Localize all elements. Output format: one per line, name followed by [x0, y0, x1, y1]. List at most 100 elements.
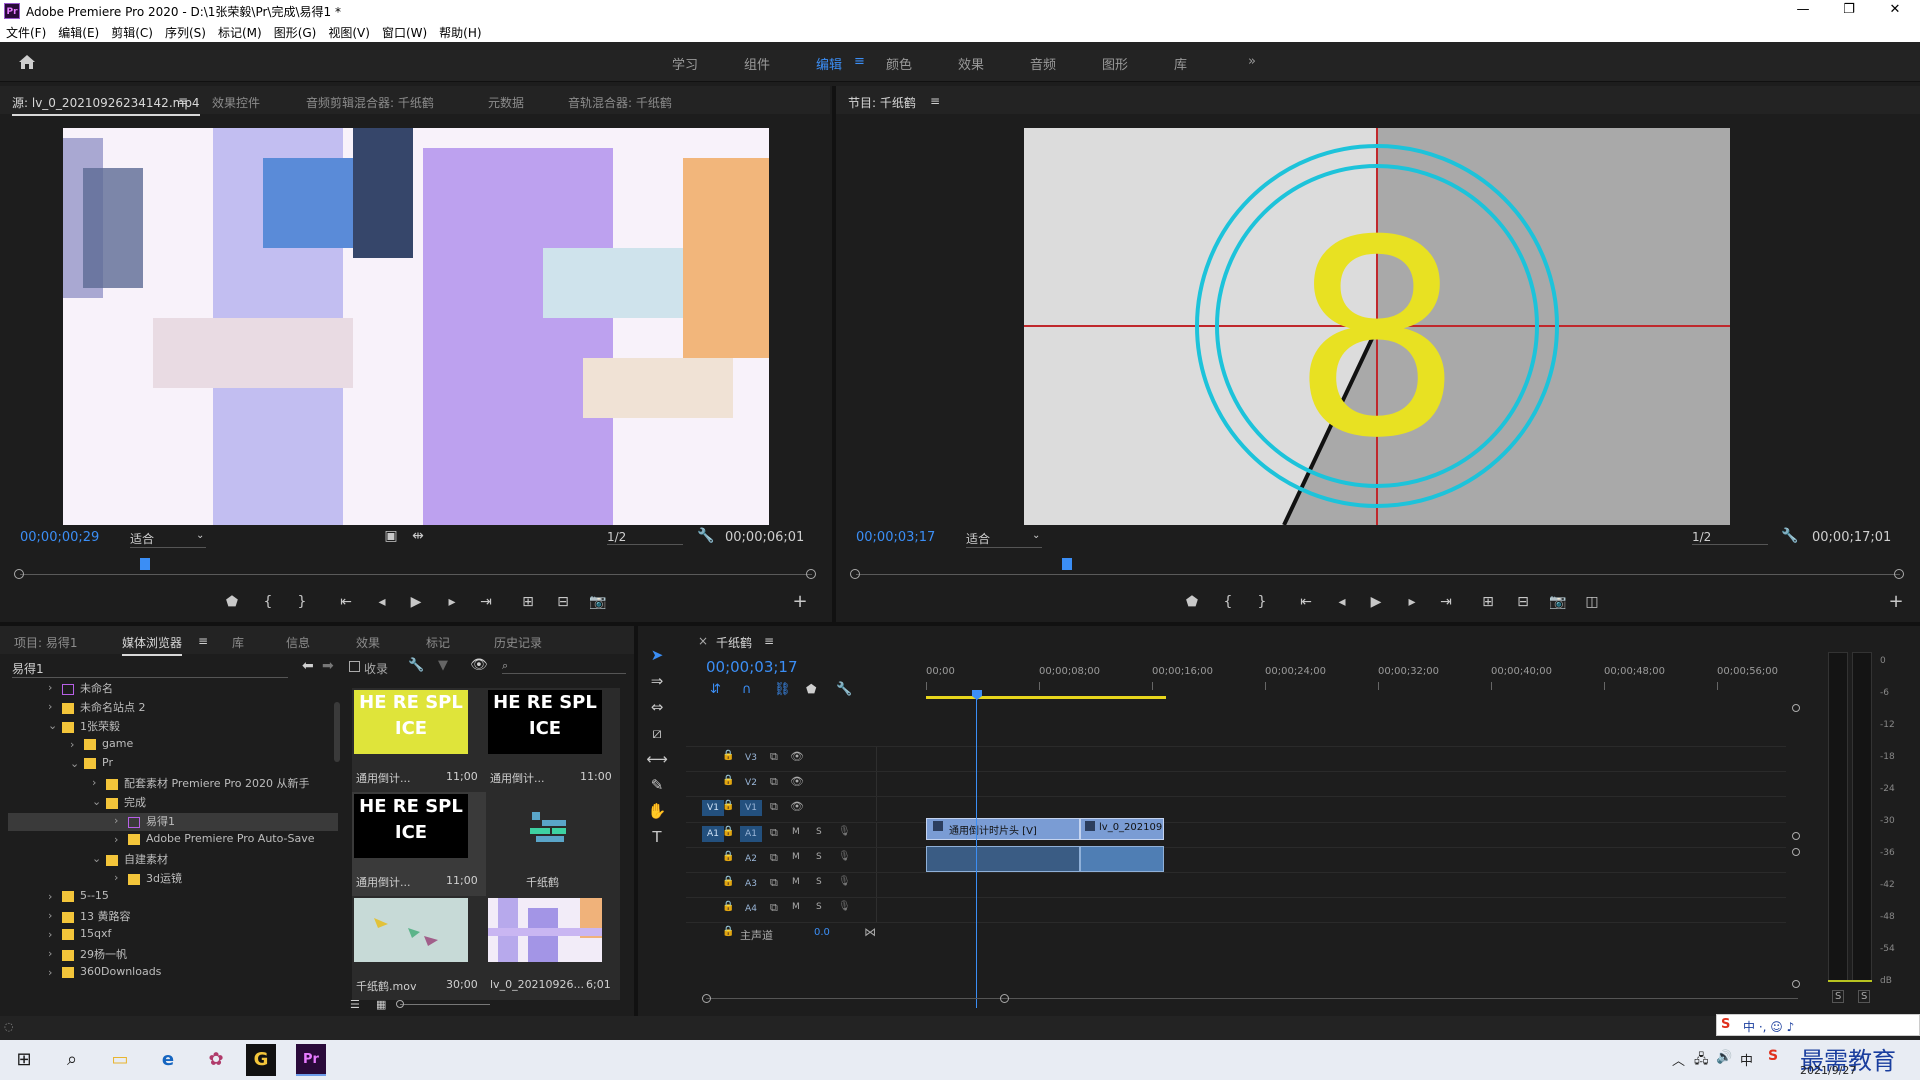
mute-button[interactable]: M	[792, 902, 800, 912]
program-play-icon[interactable]: ▶	[1366, 592, 1386, 612]
program-go-to-out-icon[interactable]: ⇥	[1436, 592, 1456, 612]
chevron-right-icon[interactable]: ›	[48, 928, 52, 941]
tree-item[interactable]: › 未命名站点 2	[8, 699, 338, 717]
tab-program[interactable]: 节目: 千纸鹤	[848, 94, 916, 114]
chevron-right-icon[interactable]: ›	[114, 814, 118, 827]
solo-button[interactable]: S	[816, 827, 822, 837]
tree-item[interactable]: › 360Downloads	[8, 965, 338, 983]
tree-item[interactable]: › 未命名	[8, 680, 338, 698]
tab-markers[interactable]: 标记	[426, 634, 450, 651]
chevron-down-icon[interactable]: ⌄	[48, 719, 57, 732]
program-export-frame-icon[interactable]: 📷	[1548, 592, 1568, 612]
tree-item[interactable]: ⌄ 完成	[8, 794, 338, 812]
go-to-out-icon[interactable]: ⇥	[476, 592, 496, 612]
nest-toggle-icon[interactable]: ⇵	[710, 682, 721, 697]
file-explorer-icon[interactable]: ▭	[100, 1044, 140, 1076]
tab-libraries[interactable]: 库	[232, 634, 244, 651]
timeline-timecode[interactable]: 00;00;03;17	[706, 658, 798, 676]
source-resolution-dropdown[interactable]: 1/2	[607, 530, 683, 545]
go-to-in-icon[interactable]: ⇤	[336, 592, 356, 612]
menu-help[interactable]: 帮助(H)	[433, 22, 487, 41]
tab-timeline-sequence[interactable]: 千纸鹤	[716, 634, 752, 654]
mute-button[interactable]: M	[792, 827, 800, 837]
sync-lock-icon[interactable]: ⧉	[770, 876, 778, 890]
workspace-editing[interactable]: 编辑	[816, 54, 842, 73]
ime-toolbar[interactable]: S 中 ·, ☺ ♪	[1716, 1014, 1920, 1036]
source-fit-dropdown[interactable]: 适合	[130, 530, 206, 548]
paint-app-icon[interactable]: ✿	[196, 1044, 236, 1076]
menu-marker[interactable]: 标记(M)	[212, 22, 268, 41]
close-button[interactable]: ✕	[1872, 0, 1918, 22]
media-search-input[interactable]: ⌕	[502, 658, 626, 674]
chevron-right-icon[interactable]: ›	[114, 871, 118, 884]
microphone-icon[interactable]: 🎙	[838, 876, 851, 887]
timeline-settings-wrench-icon[interactable]: 🔧	[836, 682, 852, 697]
media-item[interactable]: HE RE SPL ICE 通用倒计... 11;00	[352, 688, 486, 792]
program-step-forward-icon[interactable]: ▸	[1402, 592, 1422, 612]
chevron-right-icon[interactable]: ›	[48, 966, 52, 979]
chevron-right-icon[interactable]: ›	[92, 776, 96, 789]
work-area-bar[interactable]	[926, 696, 1166, 699]
timeline-add-marker-icon[interactable]: ⬟	[806, 682, 816, 696]
track-target-label[interactable]: A2	[740, 851, 762, 867]
lock-icon[interactable]: 🔒	[722, 826, 734, 837]
comparison-view-icon[interactable]: ◫	[1582, 592, 1602, 612]
program-mark-out-icon[interactable]: }	[1252, 592, 1272, 612]
solo-left-button[interactable]: S	[1832, 990, 1845, 1003]
export-frame-icon[interactable]: 📷	[588, 592, 608, 612]
audio-clip-lv0[interactable]	[1080, 846, 1164, 872]
source-button-editor-icon[interactable]: +	[790, 592, 810, 612]
workspace-effects[interactable]: 效果	[958, 54, 984, 73]
razor-tool-icon[interactable]: ⧄	[646, 722, 668, 744]
tree-item[interactable]: › 配套素材 Premiere Pro 2020 从新手	[8, 775, 338, 793]
search-taskbar-icon[interactable]: ⌕	[52, 1044, 92, 1076]
game-app-icon[interactable]: G	[246, 1044, 276, 1076]
program-zoom-handle-right[interactable]	[1894, 569, 1904, 579]
media-item[interactable]: 千纸鹤	[486, 792, 620, 896]
add-marker-icon[interactable]: ⬟	[222, 592, 242, 612]
tab-audio-track-mixer[interactable]: 音轨混合器: 千纸鹤	[568, 94, 672, 111]
sync-lock-icon[interactable]: ⧉	[770, 800, 778, 814]
step-back-icon[interactable]: ◂	[372, 592, 392, 612]
eye-icon[interactable]: 👁	[790, 750, 804, 763]
tree-item[interactable]: ⌄ 1张荣毅	[8, 718, 338, 736]
source-scrubber-track[interactable]	[20, 574, 812, 575]
timeline-menu-icon[interactable]: ≡	[764, 634, 774, 648]
mute-button[interactable]: M	[792, 877, 800, 887]
tab-media-browser[interactable]: 媒体浏览器	[122, 634, 183, 656]
track-target-label[interactable]: A4	[740, 901, 762, 917]
chevron-down-icon[interactable]: ⌄	[92, 795, 101, 808]
program-zoom-handle-left[interactable]	[850, 569, 860, 579]
master-lock-icon[interactable]: 🔒	[722, 926, 734, 937]
microphone-icon[interactable]: 🎙	[838, 851, 851, 862]
program-add-marker-icon[interactable]: ⬟	[1182, 592, 1202, 612]
menu-file[interactable]: 文件(F)	[0, 22, 52, 41]
solo-button[interactable]: S	[816, 902, 822, 912]
microphone-icon[interactable]: 🎙	[838, 826, 851, 837]
master-volume-value[interactable]: 0.0	[814, 927, 830, 938]
workspace-color[interactable]: 颜色	[886, 54, 912, 73]
lock-icon[interactable]: 🔒	[722, 876, 734, 887]
media-item[interactable]: HE RE SPL ICE 通用倒计... 11;00	[352, 792, 486, 896]
program-fit-dropdown[interactable]: 适合	[966, 530, 1042, 548]
thumbnail-size-slider[interactable]	[400, 1004, 490, 1005]
media-item[interactable]: lv_0_20210926... 6;01	[486, 896, 620, 1000]
ingest-checkbox[interactable]	[349, 661, 360, 672]
audio-clip-countdown[interactable]	[926, 846, 1080, 872]
chevron-right-icon[interactable]: ›	[48, 681, 52, 694]
step-forward-icon[interactable]: ▸	[442, 592, 462, 612]
tab-source[interactable]: 源: lv_0_20210926234142.mp4	[12, 94, 200, 116]
chevron-right-icon[interactable]: ›	[48, 700, 52, 713]
type-tool-icon[interactable]: T	[646, 826, 668, 848]
program-button-editor-icon[interactable]: +	[1886, 592, 1906, 612]
solo-right-button[interactable]: S	[1858, 990, 1871, 1003]
program-mark-in-icon[interactable]: {	[1218, 592, 1238, 612]
tree-item[interactable]: ⌄ Pr	[8, 756, 338, 774]
tab-effect-controls[interactable]: 效果控件	[212, 94, 260, 111]
tree-item[interactable]: › Adobe Premiere Pro Auto-Save	[8, 832, 338, 850]
video-zoom-handle-bottom[interactable]	[1792, 832, 1800, 840]
sync-lock-icon[interactable]: ⧉	[770, 750, 778, 764]
source-zoom-handle-right[interactable]	[806, 569, 816, 579]
timeline-scrollbar-track[interactable]	[706, 998, 1798, 999]
source-patch-video[interactable]: V1	[702, 800, 724, 816]
